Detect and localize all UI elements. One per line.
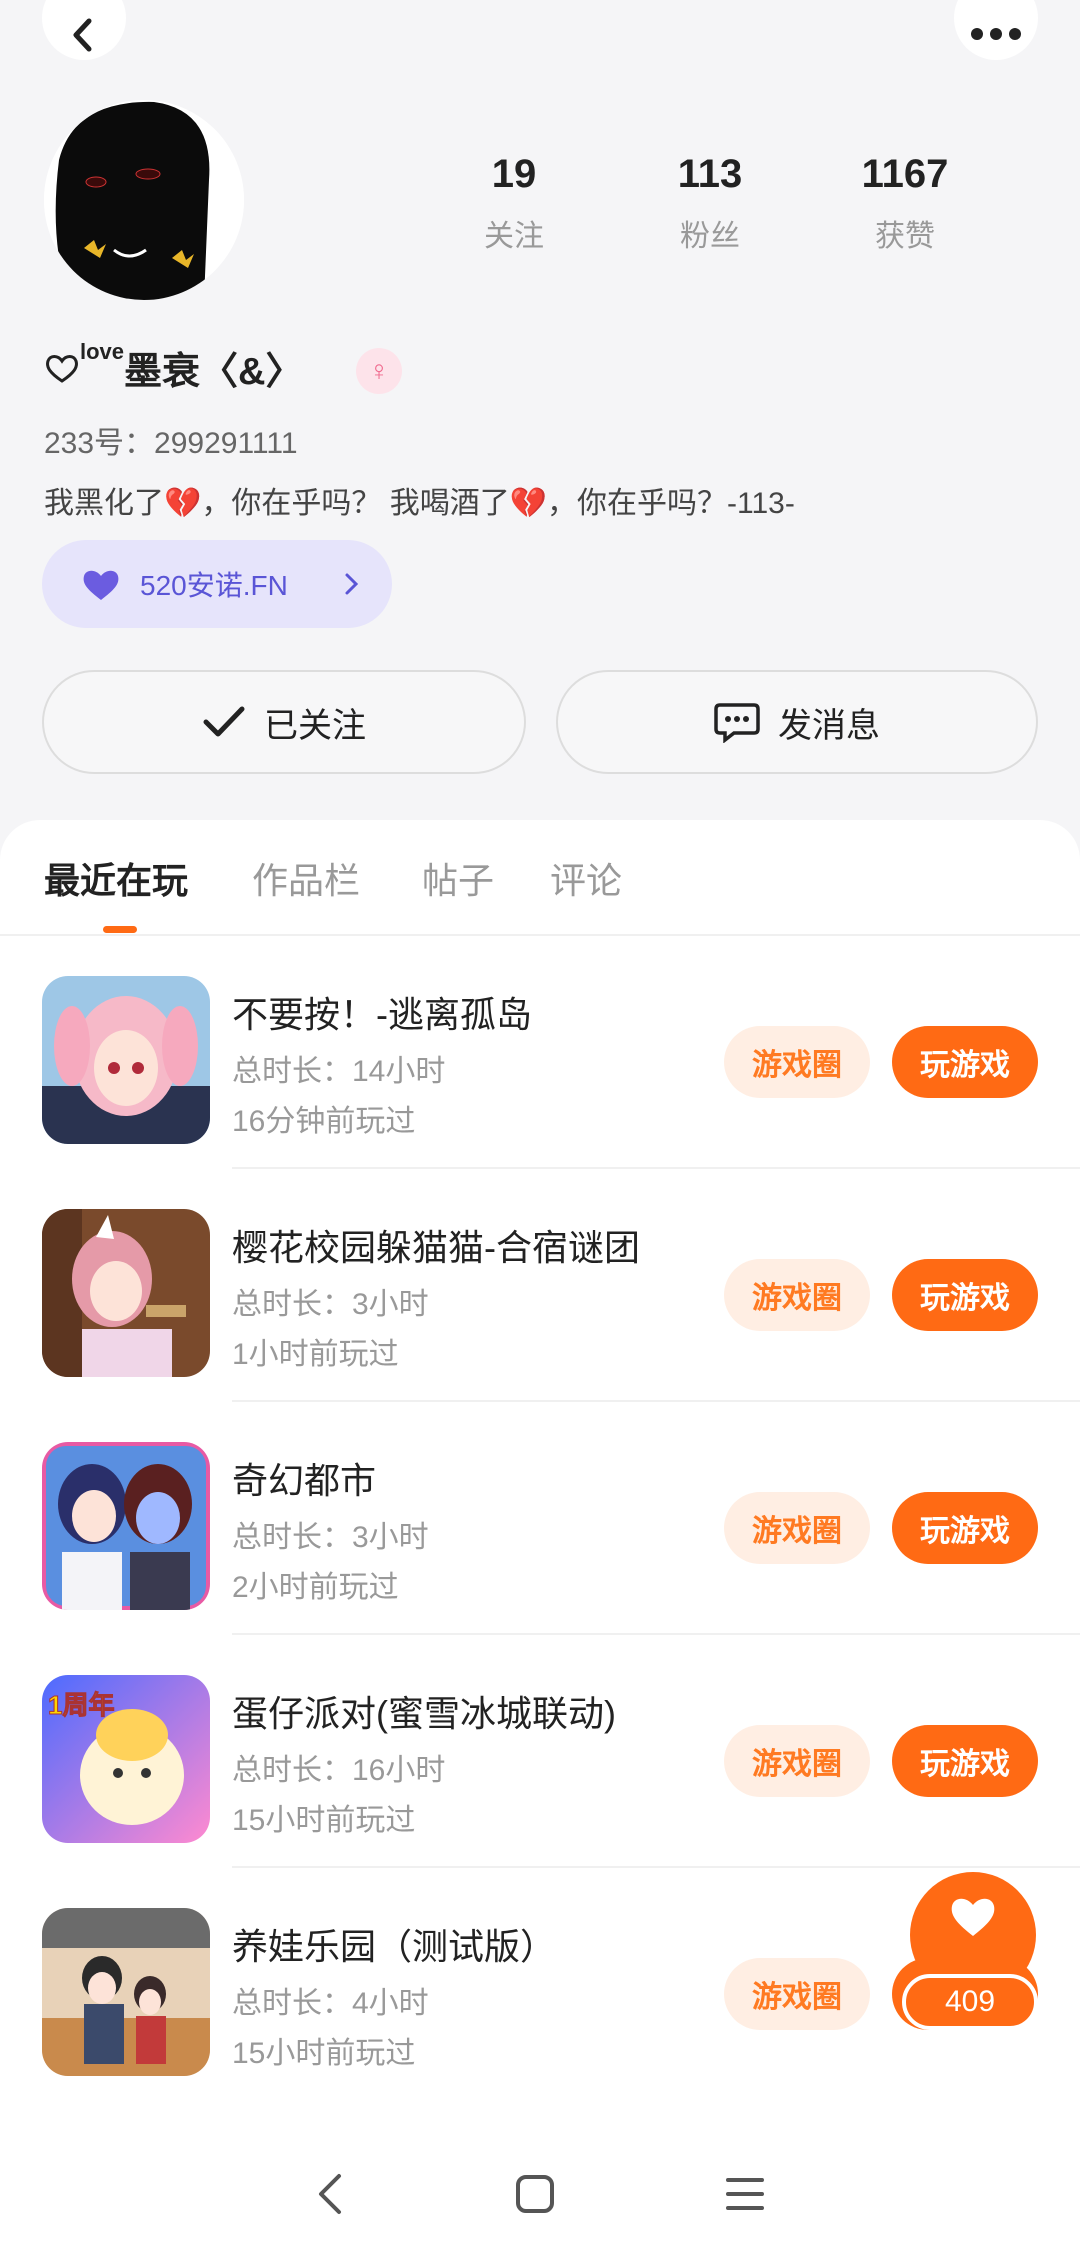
tab-posts[interactable]: 帖子 [422, 852, 494, 904]
game-last-played: 1小时前玩过 [232, 1338, 399, 1371]
heart-icon [951, 1898, 995, 1936]
game-circle-button[interactable]: 游戏圈 [724, 1259, 870, 1331]
send-message-label: 发消息 [778, 706, 880, 745]
avatar[interactable] [44, 100, 244, 300]
checkmark-icon [203, 706, 245, 737]
likes-stat[interactable]: 1167 获赞 [815, 152, 995, 255]
send-message-button[interactable]: 发消息 [556, 670, 1038, 774]
nickname-text: 墨衰〈&〉 [124, 351, 304, 393]
heart-outline-icon [46, 354, 78, 383]
anime-girl-pink-hair-icon [42, 976, 210, 1144]
following-stat[interactable]: 19 关注 [424, 152, 604, 255]
game-duration: 总时长：3小时 [232, 1288, 429, 1321]
game-last-played: 15小时前玩过 [232, 1804, 416, 1837]
more-options-button[interactable] [954, 0, 1038, 60]
play-game-button[interactable]: 玩游戏 [892, 1026, 1038, 1098]
fan-tag-label: 520安诺.FN [140, 570, 288, 601]
chevron-right-icon [345, 573, 359, 595]
chat-bubble-icon [714, 703, 760, 743]
nickname-prefix: love [80, 338, 125, 364]
game-title: 蛋仔派对(蜜雪冰城联动) [232, 1693, 616, 1734]
game-row[interactable]: 樱花校园躲猫猫-合宿谜团 总时长：3小时 1小时前玩过 游戏圈 玩游戏 [0, 1169, 1080, 1402]
active-tab-indicator [103, 926, 137, 933]
game-duration: 总时长：16小时 [232, 1754, 446, 1787]
game-duration: 总时长：3小时 [232, 1521, 429, 1554]
followed-button[interactable]: 已关注 [42, 670, 526, 774]
play-game-button[interactable]: 玩游戏 [892, 1259, 1038, 1331]
game-circle-button[interactable]: 游戏圈 [724, 1958, 870, 2030]
following-label: 关注 [484, 220, 544, 253]
game-title: 不要按！-逃离孤岛 [232, 994, 532, 1035]
following-count: 19 [491, 152, 537, 196]
play-game-button[interactable]: 玩游戏 [892, 1725, 1038, 1797]
game-circle-button[interactable]: 游戏圈 [724, 1026, 870, 1098]
anniversary-badge: 1周年 [47, 1690, 115, 1721]
game-duration: 总时长：4小时 [232, 1987, 429, 2020]
game-title: 樱花校园躲猫猫-合宿谜团 [232, 1227, 640, 1268]
egg-party-icon: 1周年 [42, 1675, 210, 1843]
tab-works[interactable]: 作品栏 [252, 852, 360, 904]
game-title: 奇幻都市 [232, 1460, 377, 1501]
bio: 我黑化了💔，你在乎吗？ 我喝酒了💔，你在乎吗？-113- [44, 487, 795, 520]
nav-back-icon[interactable] [315, 2172, 345, 2216]
purple-heart-icon [83, 570, 119, 600]
game-circle-button[interactable]: 游戏圈 [724, 1725, 870, 1797]
game-last-played: 15小时前玩过 [232, 2037, 416, 2070]
fans-count: 113 [677, 152, 743, 196]
like-count-badge: 409 [902, 1974, 1038, 2030]
back-button[interactable] [42, 0, 126, 60]
nickname: love 墨衰〈&〉 [44, 338, 304, 395]
likes-count: 1167 [861, 152, 949, 196]
followed-label: 已关注 [264, 706, 366, 745]
game-last-played: 2小时前玩过 [232, 1571, 399, 1604]
tab-comments[interactable]: 评论 [550, 852, 622, 904]
game-duration: 总时长：14小时 [232, 1055, 446, 1088]
game-row[interactable]: 不要按！-逃离孤岛 总时长：14小时 16分钟前玩过 游戏圈 玩游戏 [0, 936, 1080, 1169]
avatar-image [44, 100, 244, 300]
user-id: 233号：299291111 [44, 427, 298, 460]
fans-stat[interactable]: 113 粉丝 [620, 152, 800, 255]
play-game-button[interactable]: 玩游戏 [892, 1492, 1038, 1564]
likes-label: 获赞 [875, 220, 935, 253]
chevron-left-icon [73, 18, 92, 52]
nav-menu-icon[interactable] [725, 2176, 765, 2212]
female-gender-icon: ♀ [356, 348, 402, 394]
system-nav-bar [0, 2130, 1080, 2257]
anime-duo-icon [42, 1442, 210, 1610]
game-circle-button[interactable]: 游戏圈 [724, 1492, 870, 1564]
game-title: 养娃乐园（测试版） [232, 1926, 557, 1967]
game-row[interactable]: 1周年 蛋仔派对(蜜雪冰城联动) 总时长：16小时 15小时前玩过 游戏圈 玩游… [0, 1635, 1080, 1868]
game-last-played: 16分钟前玩过 [232, 1105, 416, 1138]
more-dots-icon [971, 28, 1021, 40]
anime-girl-gun-icon [42, 1209, 210, 1377]
family-game-icon [42, 1908, 210, 2076]
fan-club-tag[interactable]: 520安诺.FN [42, 540, 392, 628]
fans-label: 粉丝 [680, 220, 740, 253]
nav-home-icon[interactable] [515, 2174, 555, 2214]
game-row[interactable]: 奇幻都市 总时长：3小时 2小时前玩过 游戏圈 玩游戏 [0, 1402, 1080, 1635]
tab-recently-played[interactable]: 最近在玩 [44, 852, 188, 904]
